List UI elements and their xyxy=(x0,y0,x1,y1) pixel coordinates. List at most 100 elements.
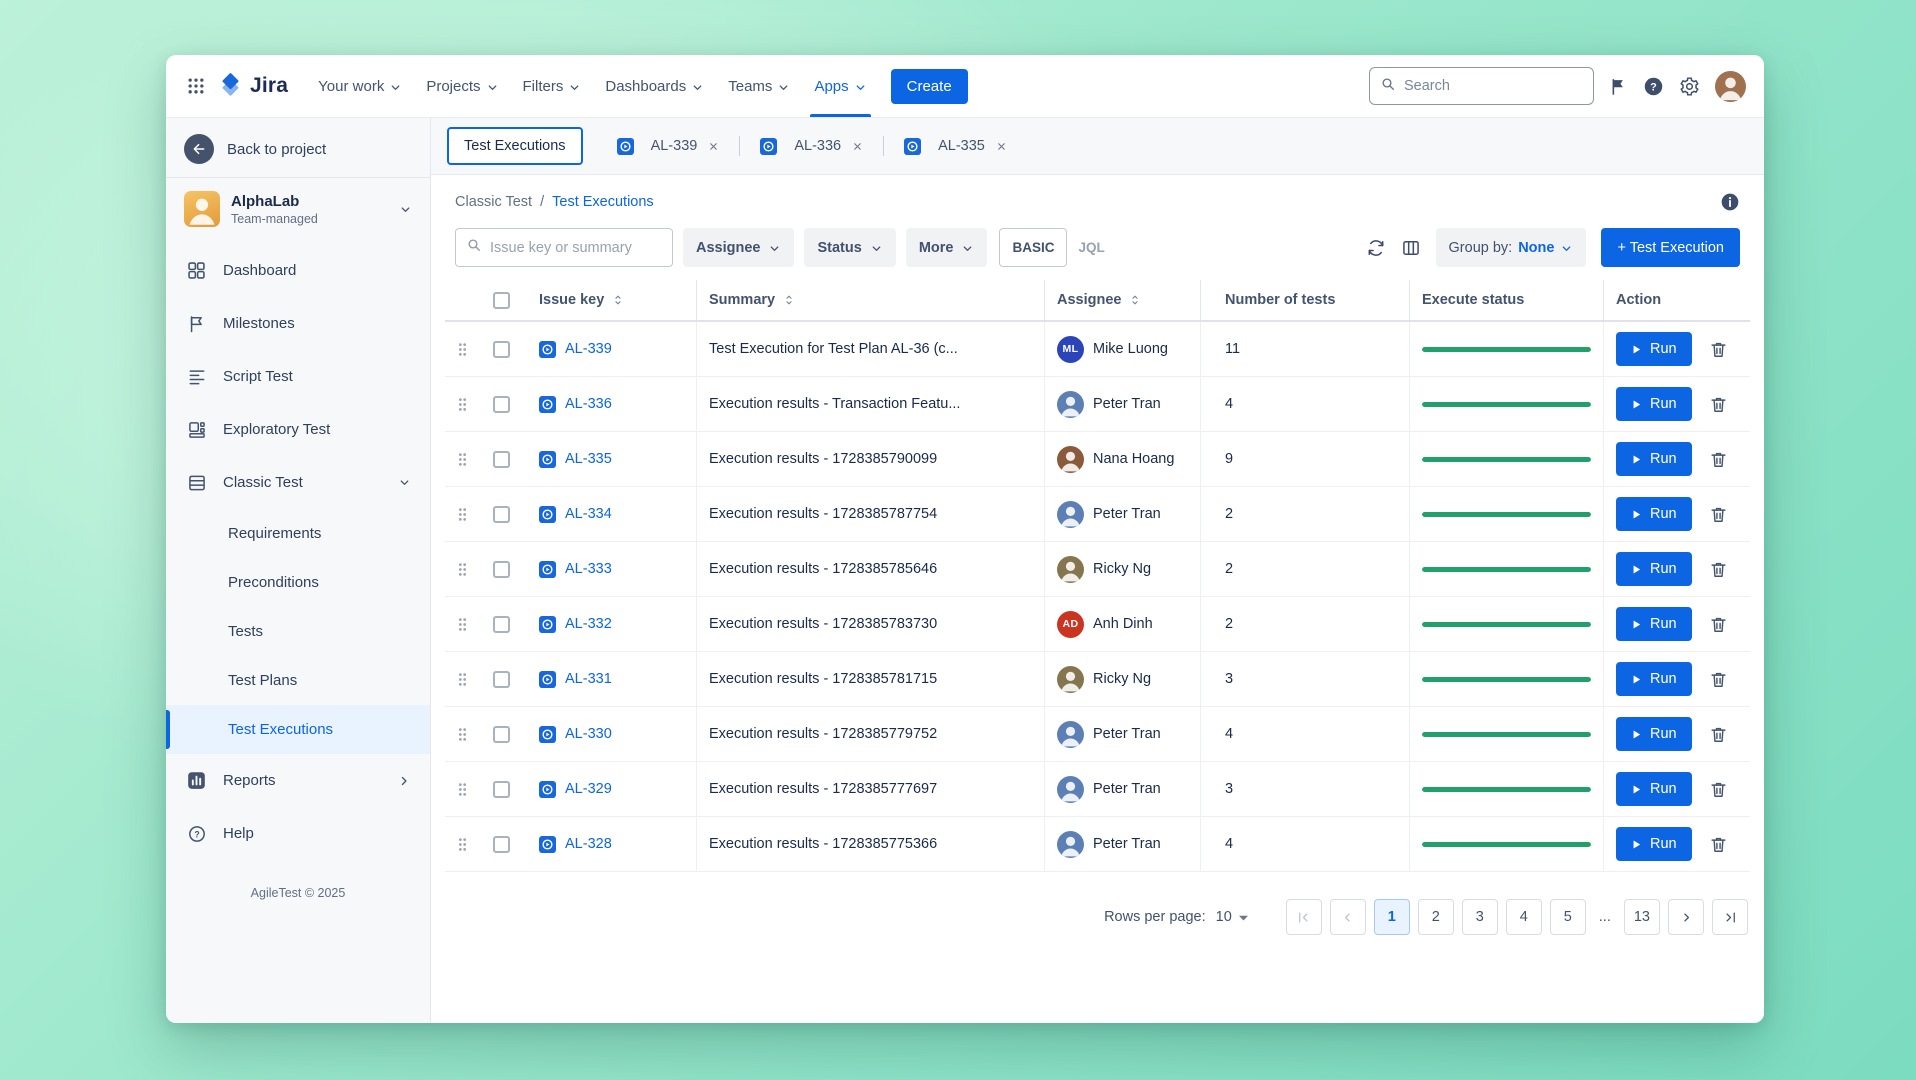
drag-handle-icon[interactable] xyxy=(458,617,467,632)
summary-text[interactable]: Execution results - 1728385781715 xyxy=(709,671,937,687)
app-switcher-icon[interactable] xyxy=(178,68,214,104)
breadcrumb-current[interactable]: Test Executions xyxy=(552,194,654,210)
nav-item-projects[interactable]: Projects xyxy=(414,55,510,117)
page-4-button[interactable]: 4 xyxy=(1506,899,1542,935)
drag-handle-icon[interactable] xyxy=(458,342,467,357)
nav-item-apps[interactable]: Apps xyxy=(802,55,878,117)
drag-handle-icon[interactable] xyxy=(458,837,467,852)
drag-handle-icon[interactable] xyxy=(458,727,467,742)
row-checkbox[interactable] xyxy=(493,396,510,413)
tab-al-336[interactable]: AL-336 xyxy=(750,127,873,165)
nav-item-filters[interactable]: Filters xyxy=(511,55,594,117)
prev-page-button[interactable] xyxy=(1330,899,1366,935)
sidebar-item-milestones[interactable]: Milestones xyxy=(166,297,430,350)
run-button[interactable]: Run xyxy=(1616,607,1692,641)
sidebar-item-reports[interactable]: Reports xyxy=(166,754,430,807)
drag-handle-icon[interactable] xyxy=(458,672,467,687)
nav-item-dashboards[interactable]: Dashboards xyxy=(593,55,716,117)
row-checkbox[interactable] xyxy=(493,726,510,743)
drag-handle-icon[interactable] xyxy=(458,562,467,577)
summary-text[interactable]: Execution results - 1728385785646 xyxy=(709,561,937,577)
columns-icon[interactable] xyxy=(1401,238,1421,258)
summary-text[interactable]: Execution results - Transaction Featu... xyxy=(709,396,960,412)
delete-icon[interactable] xyxy=(1709,560,1728,579)
summary-text[interactable]: Test Execution for Test Plan AL-36 (c... xyxy=(709,341,958,357)
delete-icon[interactable] xyxy=(1709,450,1728,469)
global-search-input[interactable] xyxy=(1404,78,1583,94)
close-icon[interactable] xyxy=(708,141,719,152)
last-page-button[interactable] xyxy=(1712,899,1748,935)
row-checkbox[interactable] xyxy=(493,561,510,578)
sidebar-item-preconditions[interactable]: Preconditions xyxy=(166,558,430,607)
refresh-icon[interactable] xyxy=(1366,238,1386,258)
rows-per-page-select[interactable]: 10 xyxy=(1216,909,1248,925)
delete-icon[interactable] xyxy=(1709,725,1728,744)
run-button[interactable]: Run xyxy=(1616,497,1692,531)
sidebar-item-requirements[interactable]: Requirements xyxy=(166,509,430,558)
help-icon[interactable]: ? xyxy=(1643,76,1664,97)
sidebar-item-tests[interactable]: Tests xyxy=(166,607,430,656)
page-2-button[interactable]: 2 xyxy=(1418,899,1454,935)
sidebar-item-dashboard[interactable]: Dashboard xyxy=(166,244,430,297)
group-by-control[interactable]: Group by: None xyxy=(1436,228,1587,267)
delete-icon[interactable] xyxy=(1709,505,1728,524)
create-button[interactable]: Create xyxy=(891,69,968,104)
run-button[interactable]: Run xyxy=(1616,717,1692,751)
select-all-checkbox[interactable] xyxy=(493,292,510,309)
sidebar-item-exploratory-test[interactable]: Exploratory Test xyxy=(166,403,430,456)
page-5-button[interactable]: 5 xyxy=(1550,899,1586,935)
row-checkbox[interactable] xyxy=(493,506,510,523)
info-icon[interactable] xyxy=(1720,192,1740,212)
summary-text[interactable]: Execution results - 1728385783730 xyxy=(709,616,937,632)
user-avatar[interactable] xyxy=(1715,71,1746,102)
run-button[interactable]: Run xyxy=(1616,552,1692,586)
row-checkbox[interactable] xyxy=(493,341,510,358)
sidebar-item-help[interactable]: ?Help xyxy=(166,807,430,860)
tab-al-335[interactable]: AL-335 xyxy=(894,127,1017,165)
issue-key-link[interactable]: AL-330 xyxy=(565,726,612,742)
row-checkbox[interactable] xyxy=(493,836,510,853)
delete-icon[interactable] xyxy=(1709,615,1728,634)
nav-item-your-work[interactable]: Your work xyxy=(306,55,414,117)
sidebar-item-classic-test[interactable]: Classic Test xyxy=(166,456,430,509)
sidebar-item-test-plans[interactable]: Test Plans xyxy=(166,656,430,705)
filter-assignee-dropdown[interactable]: Assignee xyxy=(683,228,794,267)
issue-key-link[interactable]: AL-333 xyxy=(565,561,612,577)
page-3-button[interactable]: 3 xyxy=(1462,899,1498,935)
row-checkbox[interactable] xyxy=(493,671,510,688)
row-checkbox[interactable] xyxy=(493,451,510,468)
issue-key-link[interactable]: AL-332 xyxy=(565,616,612,632)
nav-item-teams[interactable]: Teams xyxy=(716,55,802,117)
run-button[interactable]: Run xyxy=(1616,662,1692,696)
delete-icon[interactable] xyxy=(1709,835,1728,854)
tab-al-339[interactable]: AL-339 xyxy=(607,127,730,165)
tab-test-executions[interactable]: Test Executions xyxy=(447,127,583,165)
settings-gear-icon[interactable] xyxy=(1679,76,1700,97)
sidebar-item-test-executions[interactable]: Test Executions xyxy=(166,705,430,754)
page-13-button[interactable]: 13 xyxy=(1624,899,1660,935)
summary-text[interactable]: Execution results - 1728385790099 xyxy=(709,451,937,467)
sidebar-item-script-test[interactable]: Script Test xyxy=(166,350,430,403)
announcement-flag-icon[interactable] xyxy=(1609,77,1628,96)
mode-jql-button[interactable]: JQL xyxy=(1067,240,1115,255)
issue-key-link[interactable]: AL-328 xyxy=(565,836,612,852)
issue-search-input[interactable] xyxy=(490,240,662,256)
run-button[interactable]: Run xyxy=(1616,442,1692,476)
row-checkbox[interactable] xyxy=(493,781,510,798)
issue-key-link[interactable]: AL-331 xyxy=(565,671,612,687)
issue-key-link[interactable]: AL-339 xyxy=(565,341,612,357)
add-test-execution-button[interactable]: + Test Execution xyxy=(1601,228,1740,267)
jira-logo[interactable]: Jira xyxy=(214,71,306,101)
issue-key-link[interactable]: AL-329 xyxy=(565,781,612,797)
issue-search[interactable] xyxy=(455,228,673,267)
drag-handle-icon[interactable] xyxy=(458,452,467,467)
column-header-assignee[interactable]: Assignee xyxy=(1045,280,1201,320)
close-icon[interactable] xyxy=(852,141,863,152)
column-header-issue-key[interactable]: Issue key xyxy=(527,280,697,320)
issue-key-link[interactable]: AL-335 xyxy=(565,451,612,467)
first-page-button[interactable] xyxy=(1286,899,1322,935)
delete-icon[interactable] xyxy=(1709,780,1728,799)
run-button[interactable]: Run xyxy=(1616,387,1692,421)
drag-handle-icon[interactable] xyxy=(458,782,467,797)
page-1-button[interactable]: 1 xyxy=(1374,899,1410,935)
